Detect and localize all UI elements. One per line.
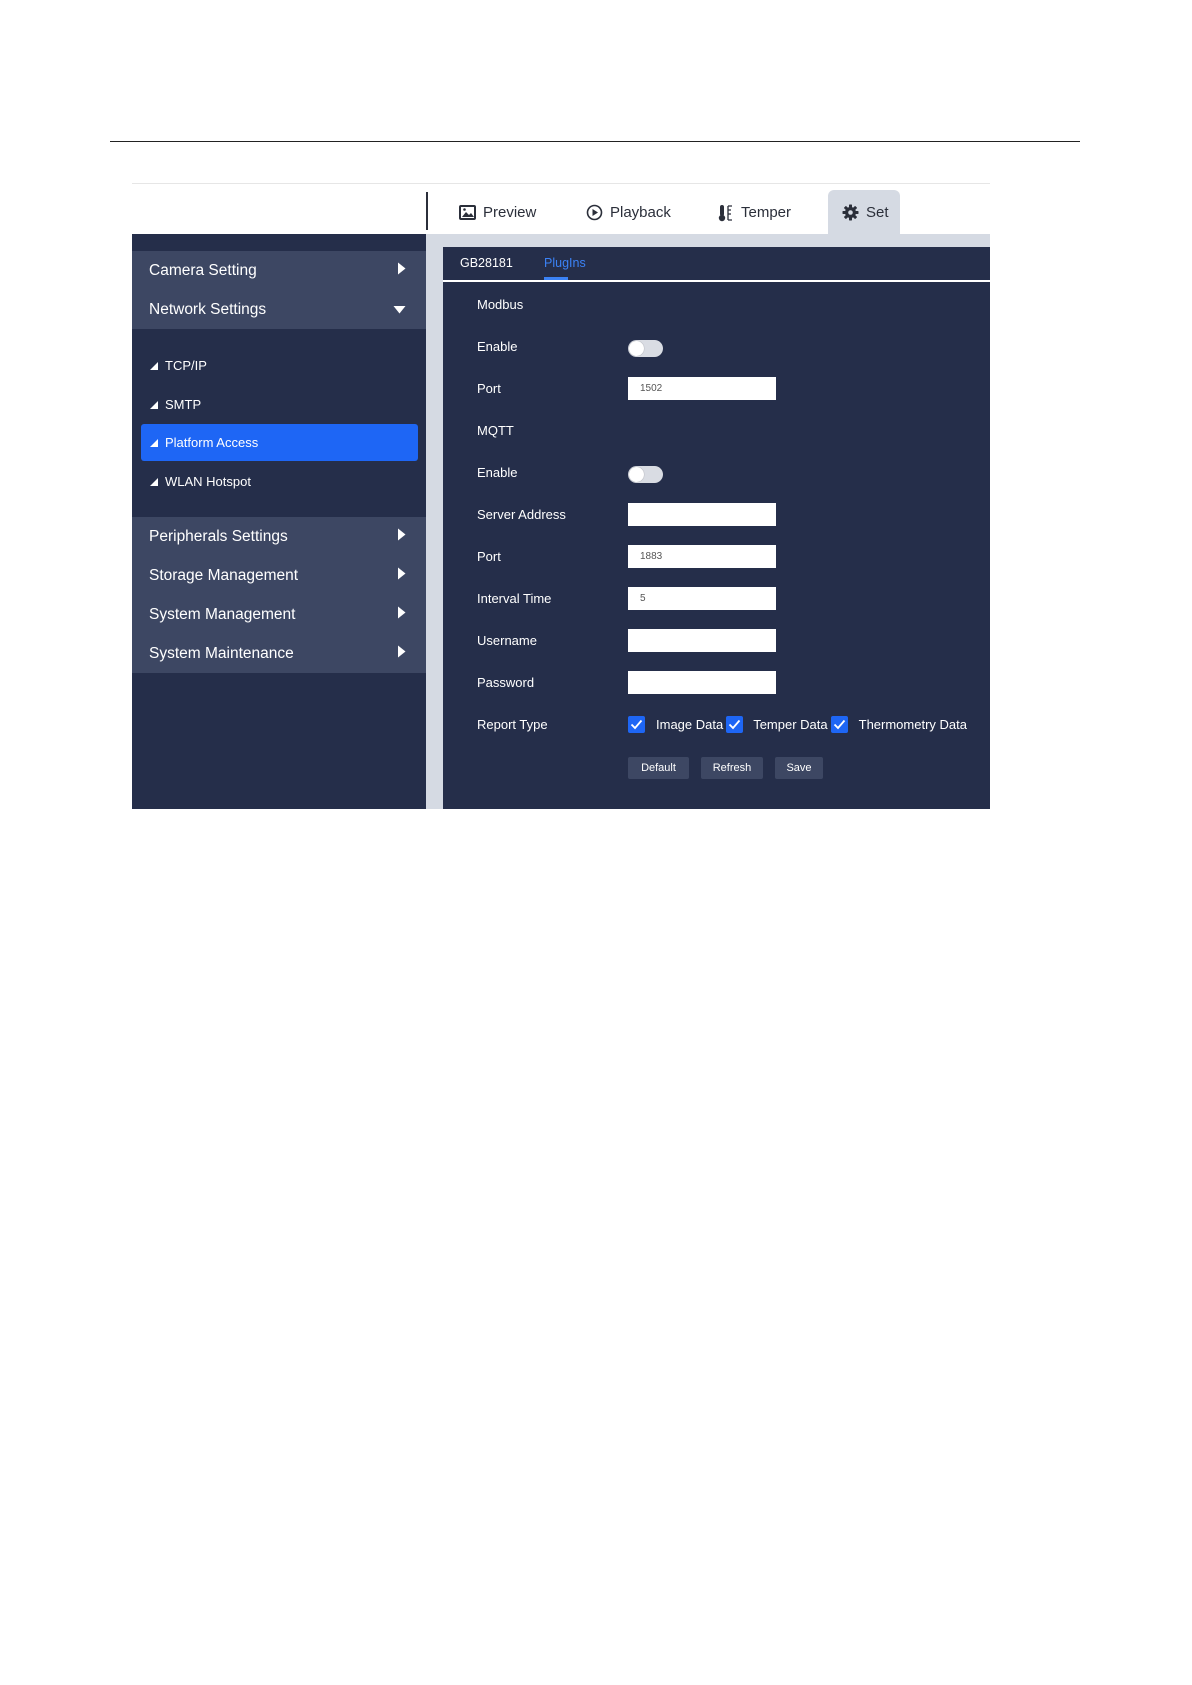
mqtt-port-input[interactable] [628, 545, 776, 568]
mqtt-port-label: Port [477, 549, 501, 564]
top-nav: Preview Playback Temper Set [132, 183, 990, 235]
sidebar-item-label: System Management [149, 605, 296, 623]
app-window: Preview Playback Temper Set Camera Setti… [132, 183, 990, 809]
tab-playback[interactable]: Playback [572, 190, 685, 235]
save-button[interactable]: Save [775, 757, 823, 779]
sidebar-item-label: System Maintenance [149, 644, 294, 662]
temper-data-label: Temper Data [753, 717, 828, 732]
chevron-right-icon [397, 528, 406, 546]
sidebar-item-label: Network Settings [149, 300, 267, 318]
gear-icon [842, 204, 859, 221]
sidebar-item-storage-management[interactable]: Storage Management [132, 556, 426, 595]
tab-set-label: Set [866, 204, 889, 221]
triangle-icon [150, 477, 158, 486]
sidebar-item-system-management[interactable]: System Management [132, 595, 426, 634]
mqtt-server-address-label: Server Address [477, 507, 566, 522]
sidebar-subitem-label: SMTP [165, 397, 202, 412]
thermometer-icon [718, 204, 734, 222]
mqtt-enable-label: Enable [477, 465, 518, 480]
mqtt-server-address-input[interactable] [628, 503, 776, 526]
sidebar-item-network-settings[interactable]: Network Settings [132, 290, 426, 329]
chevron-right-icon [397, 262, 406, 280]
tab-playback-label: Playback [610, 204, 671, 221]
checkmark-icon [630, 719, 643, 730]
refresh-button[interactable]: Refresh [701, 757, 763, 779]
page-top-rule [110, 141, 1080, 142]
settings-panel: GB28181 PlugIns Modbus Enable Port MQTT … [443, 247, 990, 809]
chevron-right-icon [397, 567, 406, 585]
modbus-port-label: Port [477, 381, 501, 396]
sidebar-subitem-platform-access[interactable]: Platform Access [141, 424, 418, 461]
tab-temper-label: Temper [741, 204, 792, 221]
tab-preview-label: Preview [483, 204, 537, 221]
thermometry-data-label: Thermometry Data [858, 717, 967, 732]
mqtt-enable-toggle[interactable] [628, 466, 663, 483]
tab-temper[interactable]: Temper [704, 190, 805, 235]
subtab-plugins[interactable]: PlugIns [544, 256, 586, 270]
image-data-label: Image Data [656, 717, 724, 732]
temper-data-checkbox[interactable] [726, 716, 744, 733]
chevron-right-icon [397, 606, 406, 624]
sidebar-item-system-maintenance[interactable]: System Maintenance [132, 634, 426, 673]
tab-preview[interactable]: Preview [445, 190, 550, 235]
toggle-knob [629, 341, 644, 356]
sidebar-subitem-smtp[interactable]: SMTP [141, 386, 418, 423]
image-data-checkbox[interactable] [628, 716, 645, 733]
subtab-bar: GB28181 PlugIns [443, 247, 990, 282]
mqtt-password-label: Password [477, 675, 535, 690]
subtab-active-indicator [544, 277, 568, 280]
modbus-section-title: Modbus [477, 297, 524, 312]
triangle-icon [150, 361, 158, 370]
sidebar-item-peripherals-settings[interactable]: Peripherals Settings [132, 517, 426, 556]
modbus-enable-label: Enable [477, 339, 518, 354]
sidebar-subitem-label: Platform Access [165, 435, 259, 450]
checkmark-icon [833, 719, 845, 730]
sidebar-subitem-tcpip[interactable]: TCP/IP [141, 347, 418, 384]
mqtt-password-input[interactable] [628, 671, 776, 694]
report-type-options: Image Data Temper Data Thermometry Data [628, 716, 967, 733]
sidebar: Camera Setting Network Settings TCP/IP S… [132, 234, 426, 809]
sidebar-subitem-wlan-hotspot[interactable]: WLAN Hotspot [141, 463, 418, 500]
chevron-right-icon [397, 645, 406, 663]
sidebar-item-label: Peripherals Settings [149, 527, 288, 545]
triangle-icon [150, 438, 158, 447]
default-button[interactable]: Default [628, 757, 689, 779]
sidebar-item-camera-setting[interactable]: Camera Setting [132, 251, 426, 290]
checkmark-icon [729, 719, 741, 730]
play-circle-icon [586, 204, 603, 221]
modbus-port-input[interactable] [628, 377, 776, 400]
sidebar-subitem-label: WLAN Hotspot [165, 474, 251, 489]
chevron-down-icon [393, 301, 406, 319]
sidebar-item-label: Camera Setting [149, 261, 257, 279]
report-type-label: Report Type [477, 717, 548, 732]
mqtt-interval-label: Interval Time [477, 591, 552, 606]
toggle-knob [629, 467, 644, 482]
sidebar-subitem-label: TCP/IP [165, 358, 207, 373]
thermometry-data-checkbox[interactable] [830, 716, 848, 733]
triangle-icon [150, 400, 158, 409]
modbus-enable-toggle[interactable] [628, 340, 663, 357]
mqtt-username-label: Username [477, 633, 537, 648]
mqtt-section-title: MQTT [477, 423, 514, 438]
mqtt-interval-input[interactable] [628, 587, 776, 610]
sidebar-item-label: Storage Management [149, 566, 299, 584]
nav-divider [426, 192, 428, 230]
tab-set[interactable]: Set [828, 190, 900, 235]
subtab-gb28181[interactable]: GB28181 [460, 256, 513, 270]
image-icon [459, 205, 476, 220]
mqtt-username-input[interactable] [628, 629, 776, 652]
